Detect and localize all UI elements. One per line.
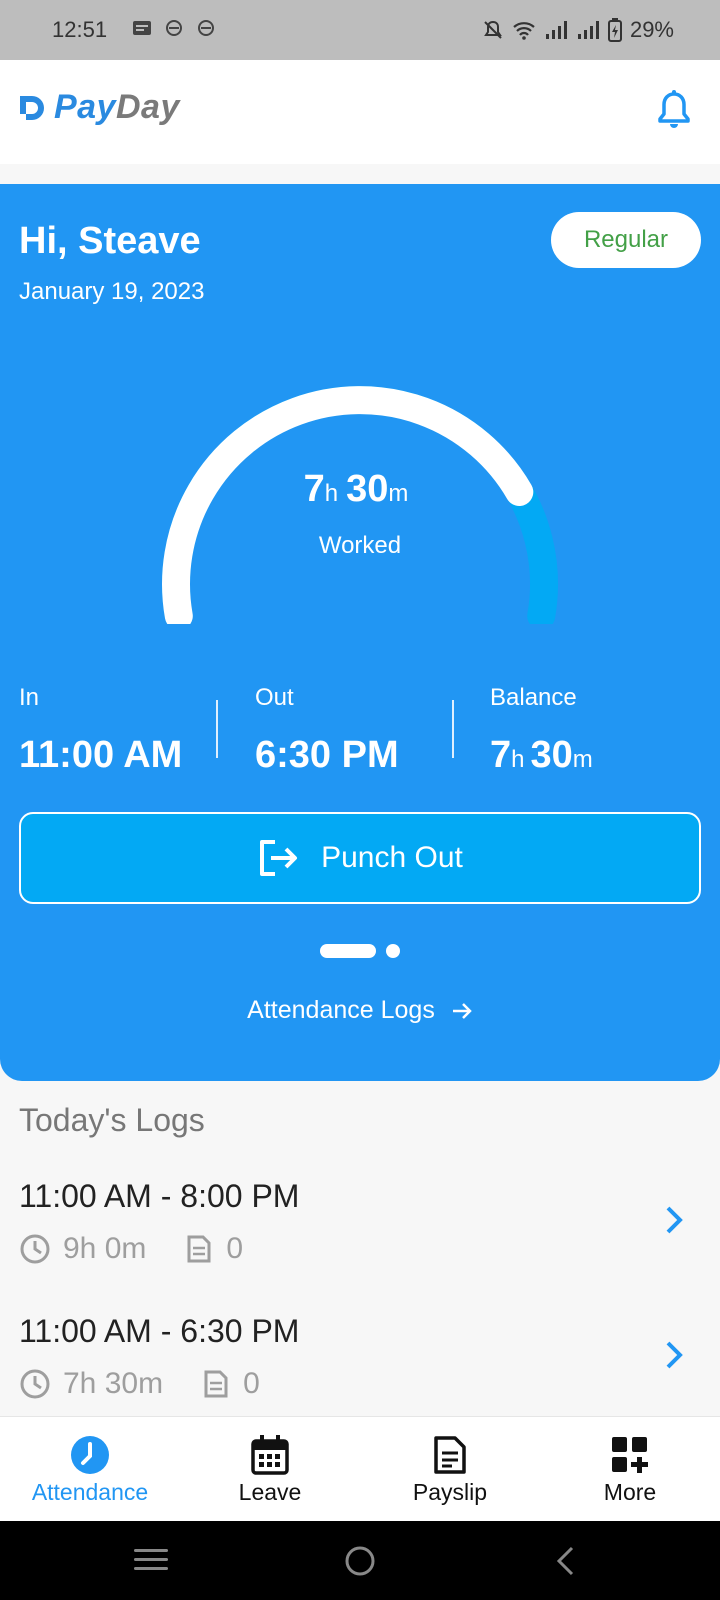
brand-second: Day <box>116 88 180 126</box>
stat-divider <box>216 700 218 758</box>
nav-attendance[interactable]: Attendance <box>0 1417 180 1521</box>
worked-minutes: 30 <box>346 468 389 510</box>
mute-icon <box>484 20 502 39</box>
chevron-right-icon[interactable] <box>664 1204 684 1236</box>
battery-icon <box>607 18 622 42</box>
out-label: Out <box>255 684 294 711</box>
nav-leave[interactable]: Leave <box>180 1417 360 1521</box>
status-bar: 12:51 29% <box>0 0 720 60</box>
punch-out-button[interactable]: Punch Out <box>19 812 701 904</box>
nav-attendance-label: Attendance <box>31 1479 149 1505</box>
log-notes-count: 0 <box>226 1232 244 1265</box>
wifi-icon <box>513 22 535 40</box>
log-item[interactable]: 11:00 AM - 6:30 PM 7h 30m 0 <box>0 1313 720 1433</box>
attendance-card: Hi, Steave January 19, 2023 Regular 7h 30… <box>0 184 720 1081</box>
worked-duration: 7h 30m <box>0 468 720 511</box>
logo-icon <box>20 95 44 120</box>
in-label: In <box>19 684 40 711</box>
status-time: 12:51 <box>52 17 108 42</box>
document-icon <box>434 1436 466 1474</box>
app-logo[interactable]: PayDay <box>16 88 180 127</box>
balance-label: Balance <box>490 684 577 711</box>
system-nav-bar <box>0 1521 720 1600</box>
balance-hours-unit: h <box>511 746 525 773</box>
greeting: Hi, Steave <box>19 220 201 262</box>
punch-in-stat: In 11:00 AM <box>19 684 182 777</box>
attendance-logs-link[interactable]: Attendance Logs <box>0 996 720 1025</box>
carousel-dot-active[interactable] <box>320 944 376 958</box>
home-icon[interactable] <box>344 1545 376 1577</box>
worked-minutes-unit: m <box>388 480 409 507</box>
brand-name: PayDay <box>54 88 180 127</box>
log-meta: 7h 30m 0 <box>19 1367 260 1401</box>
notification-icons <box>132 18 216 38</box>
back-icon[interactable] <box>554 1545 576 1577</box>
in-value: 11:00 AM <box>19 734 183 776</box>
log-notes-count: 0 <box>243 1367 260 1400</box>
arrow-right-icon <box>452 1002 472 1019</box>
worked-hours: 7 <box>303 468 325 510</box>
out-value: 6:30 PM <box>255 734 399 776</box>
attendance-logs-label: Attendance Logs <box>247 996 435 1024</box>
log-item[interactable]: 11:00 AM - 8:00 PM 9h 0m 0 <box>0 1178 720 1298</box>
nav-more[interactable]: More <box>540 1417 720 1521</box>
clock-icon <box>71 1436 109 1474</box>
balance-stat: Balance 7h 30m <box>490 684 599 777</box>
sim-icon <box>198 20 214 36</box>
worked-label: Worked <box>318 532 402 559</box>
signal-icon <box>545 21 567 39</box>
punch-out-label: Punch Out <box>321 841 463 874</box>
balance-hours: 7 <box>490 734 512 776</box>
log-duration: 9h 0m <box>63 1232 147 1265</box>
carousel-dot[interactable] <box>386 944 400 958</box>
signal-icon <box>577 21 599 39</box>
current-date: January 19, 2023 <box>19 278 205 305</box>
clock-icon <box>20 1234 50 1264</box>
brand-first: Pay <box>54 88 116 126</box>
grid-plus-icon <box>612 1437 648 1473</box>
shift-badge[interactable]: Regular <box>551 212 701 268</box>
logout-icon <box>260 840 298 876</box>
nav-payslip[interactable]: Payslip <box>360 1417 540 1521</box>
log-time-range: 11:00 AM - 8:00 PM <box>19 1178 300 1214</box>
note-icon <box>187 1235 211 1263</box>
nav-more-label: More <box>603 1479 657 1505</box>
worked-hours-unit: h <box>324 480 339 507</box>
todays-logs-title: Today's Logs <box>19 1102 205 1138</box>
app-header: PayDay <box>0 60 720 164</box>
balance-minutes-unit: m <box>572 746 593 773</box>
battery-percent: 29% <box>629 17 674 42</box>
balance-value: 7h 30m <box>490 734 599 777</box>
log-duration: 7h 30m <box>63 1367 164 1400</box>
nav-leave-label: Leave <box>238 1479 302 1505</box>
chevron-right-icon[interactable] <box>664 1339 684 1371</box>
status-right: 29% <box>482 17 674 43</box>
notifications-button[interactable] <box>656 90 692 135</box>
message-icon <box>133 21 151 35</box>
note-icon <box>204 1370 228 1398</box>
stat-divider <box>452 700 454 758</box>
balance-minutes: 30 <box>530 734 573 776</box>
bell-icon <box>658 90 690 128</box>
log-time-range: 11:00 AM - 6:30 PM <box>19 1313 300 1349</box>
nav-payslip-label: Payslip <box>412 1479 488 1505</box>
bottom-nav: Attendance Leave Payslip More <box>0 1416 720 1521</box>
log-meta: 9h 0m 0 <box>19 1232 243 1266</box>
carousel-indicator <box>320 944 400 958</box>
sim-icon <box>166 20 182 36</box>
punch-out-stat: Out 6:30 PM <box>255 684 399 777</box>
clock-icon <box>20 1369 50 1399</box>
calendar-icon <box>251 1435 289 1475</box>
recent-apps-icon[interactable] <box>134 1545 168 1575</box>
